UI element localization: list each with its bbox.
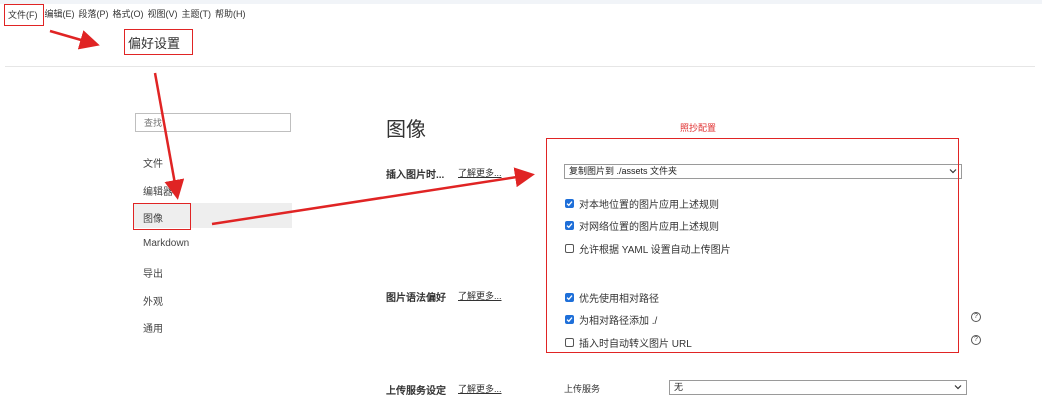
arrow-preferences-to-image <box>153 72 185 200</box>
annotation-arrows <box>49 29 535 226</box>
arrow-file-to-preferences <box>49 29 100 50</box>
arrow-image-to-settings <box>211 167 535 226</box>
